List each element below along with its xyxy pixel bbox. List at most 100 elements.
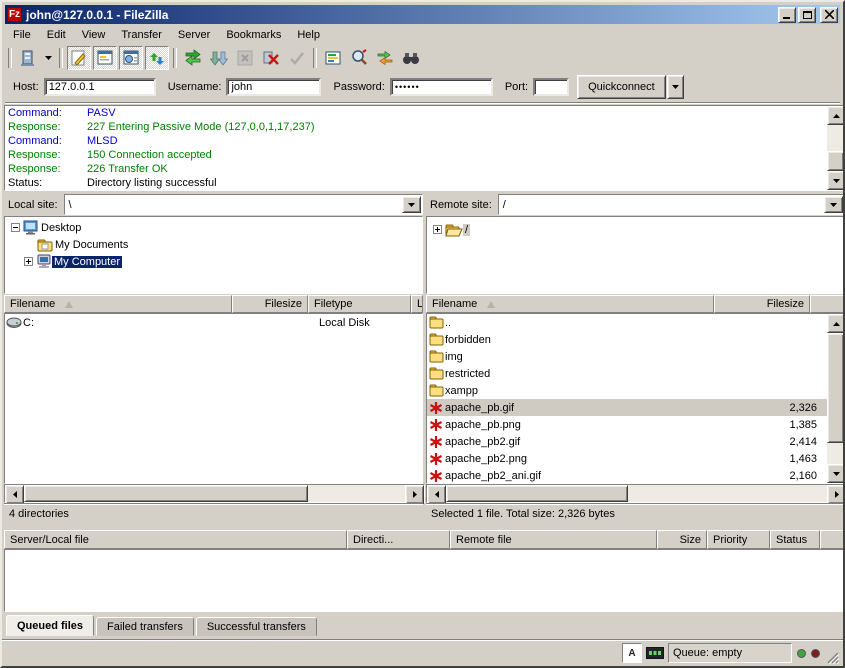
scroll-left-arrow[interactable] xyxy=(427,485,446,504)
local-column-filesize[interactable]: Filesize xyxy=(232,295,308,313)
local-tree[interactable]: Desktop My Documents My Computer xyxy=(4,216,423,294)
toggle-local-tree-button[interactable] xyxy=(93,46,117,70)
password-input[interactable]: •••••• xyxy=(390,78,493,96)
menu-help[interactable]: Help xyxy=(289,27,328,43)
queue-column-direction[interactable]: Directi... xyxy=(347,530,450,549)
queue-column-serverlocal[interactable]: Server/Local file xyxy=(4,530,347,549)
queue-column-priority[interactable]: Priority xyxy=(707,530,770,549)
queue-column-size[interactable]: Size xyxy=(657,530,707,549)
remote-file-row[interactable]: apache_pb2.gif 2,414 xyxy=(427,433,827,450)
title-bar[interactable]: Fz john@127.0.0.1 - FileZilla xyxy=(5,5,840,24)
menu-edit[interactable]: Edit xyxy=(39,27,74,43)
queue-body[interactable] xyxy=(4,549,845,612)
port-input[interactable] xyxy=(533,78,569,96)
minimize-icon xyxy=(783,10,791,19)
tab-queued-files[interactable]: Queued files xyxy=(6,615,94,636)
filter-button[interactable] xyxy=(321,46,345,70)
remote-hscrollbar[interactable] xyxy=(426,484,845,503)
remote-column-filename[interactable]: Filename xyxy=(426,295,714,313)
menu-server[interactable]: Server xyxy=(170,27,218,43)
local-column-filename[interactable]: Filename xyxy=(4,295,232,313)
queue-column-remotefile[interactable]: Remote file xyxy=(450,530,657,549)
tree-item-label: Desktop xyxy=(39,222,83,234)
chevron-down-icon xyxy=(672,85,679,89)
maximize-button[interactable] xyxy=(798,7,816,23)
remote-list-header: Filename Filesize xyxy=(426,295,845,313)
remote-file-row[interactable]: forbidden xyxy=(427,331,827,348)
expand-icon[interactable] xyxy=(433,225,442,234)
process-queue-button[interactable] xyxy=(207,46,231,70)
remote-file-row[interactable]: apache_pb2_ani.gif 2,160 xyxy=(427,467,827,484)
menu-transfer[interactable]: Transfer xyxy=(113,27,170,43)
scroll-right-arrow[interactable] xyxy=(405,485,424,504)
scroll-up-arrow[interactable] xyxy=(827,106,845,125)
open-folder-icon xyxy=(445,223,463,237)
scroll-up-arrow[interactable] xyxy=(827,314,845,333)
remote-file-row[interactable]: xampp xyxy=(427,382,827,399)
collapse-icon[interactable] xyxy=(11,223,20,232)
site-manager-dropdown[interactable] xyxy=(42,46,55,70)
refresh-button[interactable] xyxy=(181,46,205,70)
site-manager-button[interactable] xyxy=(16,46,40,70)
close-button[interactable] xyxy=(820,7,838,23)
minimize-button[interactable] xyxy=(778,7,796,23)
menu-bookmarks[interactable]: Bookmarks xyxy=(218,27,289,43)
tree-item-my-computer[interactable]: My Computer xyxy=(5,253,422,270)
menu-file[interactable]: File xyxy=(5,27,39,43)
refresh-icon xyxy=(184,49,202,67)
local-column-lastmodified[interactable]: L xyxy=(411,295,423,313)
remote-file-row[interactable]: .. xyxy=(427,314,827,331)
local-list-header: Filename Filesize Filetype L xyxy=(4,295,423,313)
disconnect-button[interactable] xyxy=(259,46,283,70)
remote-site-combobox[interactable]: / xyxy=(498,194,845,215)
scroll-thumb[interactable] xyxy=(827,333,844,443)
local-column-filetype[interactable]: Filetype xyxy=(308,295,411,313)
expand-icon[interactable] xyxy=(24,257,33,266)
local-site-dropdown[interactable] xyxy=(402,196,421,213)
tab-failed-transfers[interactable]: Failed transfers xyxy=(96,617,194,636)
local-hscrollbar[interactable] xyxy=(4,484,425,503)
quickconnect-button[interactable]: Quickconnect xyxy=(577,75,666,99)
username-input[interactable]: john xyxy=(226,78,321,96)
scroll-down-arrow[interactable] xyxy=(827,464,845,483)
queue-column-status[interactable]: Status xyxy=(770,530,820,549)
remote-file-row-selected[interactable]: apache_pb.gif 2,326 xyxy=(427,399,827,416)
tree-item-root[interactable]: / xyxy=(427,221,844,238)
remote-site-dropdown[interactable] xyxy=(824,196,843,213)
remote-file-row[interactable]: apache_pb2.png 1,463 xyxy=(427,450,827,467)
tab-successful-transfers[interactable]: Successful transfers xyxy=(196,617,317,636)
sync-browsing-icon xyxy=(376,49,394,67)
tree-item-desktop[interactable]: Desktop xyxy=(5,219,422,236)
toggle-remote-tree-button[interactable] xyxy=(119,46,143,70)
remote-tree[interactable]: / xyxy=(426,216,845,294)
menu-view[interactable]: View xyxy=(74,27,114,43)
scroll-down-arrow[interactable] xyxy=(827,171,845,190)
local-site-combobox[interactable]: \ xyxy=(64,194,423,215)
local-file-list[interactable]: C: Local Disk xyxy=(4,313,423,484)
toggle-queue-button[interactable] xyxy=(145,46,169,70)
remote-file-row[interactable]: restricted xyxy=(427,365,827,382)
scroll-thumb[interactable] xyxy=(24,485,308,502)
directory-comparison-button[interactable] xyxy=(347,46,371,70)
local-file-row[interactable]: C: Local Disk xyxy=(5,314,422,331)
tree-item-my-documents[interactable]: My Documents xyxy=(5,236,422,253)
find-files-button[interactable] xyxy=(399,46,423,70)
binoculars-icon xyxy=(402,49,420,67)
resize-grip[interactable] xyxy=(826,651,839,664)
scroll-left-arrow[interactable] xyxy=(5,485,24,504)
host-input[interactable]: 127.0.0.1 xyxy=(44,78,156,96)
scroll-thumb[interactable] xyxy=(827,151,844,171)
remote-list-scrollbar[interactable] xyxy=(827,314,844,483)
remote-column-filesize[interactable]: Filesize xyxy=(714,295,810,313)
remote-file-list[interactable]: .. forbidden img restricted xampp xyxy=(426,313,845,484)
speed-limit-icon[interactable] xyxy=(646,644,664,662)
remote-file-row[interactable]: apache_pb.png 1,385 xyxy=(427,416,827,433)
scroll-right-arrow[interactable] xyxy=(827,485,845,504)
synchronized-browsing-button[interactable] xyxy=(373,46,397,70)
remote-file-row[interactable]: img xyxy=(427,348,827,365)
toggle-message-log-button[interactable] xyxy=(67,46,91,70)
scroll-thumb[interactable] xyxy=(446,485,628,502)
log-scrollbar[interactable] xyxy=(827,106,844,190)
quickconnect-dropdown[interactable] xyxy=(667,75,684,99)
message-log[interactable]: Command:PASV Response:227 Entering Passi… xyxy=(4,105,845,191)
